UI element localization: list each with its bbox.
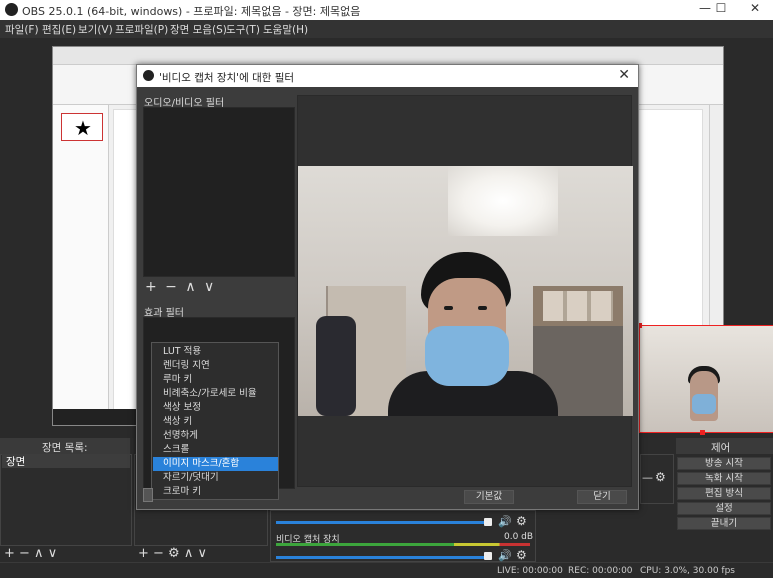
menu-edit[interactable]: 편집(E): [42, 22, 76, 37]
captured-slide-thumbnail: ★: [61, 113, 103, 141]
scenes-dock-header: 장면 목록:: [0, 438, 130, 454]
obs-app-icon: [5, 3, 18, 16]
filter-preview-pane: [297, 95, 633, 487]
star-icon: ★: [74, 116, 92, 140]
rec-timer: REC: 00:00:00: [568, 566, 633, 576]
obs-icon: [143, 70, 154, 81]
menu-item-scaling-aspect[interactable]: 비례축소/가로세로 비율: [153, 387, 278, 401]
studio-mode-button[interactable]: 편집 방식: [677, 487, 771, 500]
menu-item-sharpen[interactable]: 선명하게: [153, 429, 278, 443]
close-button[interactable]: 닫기: [577, 490, 627, 504]
webcam-source-preview: [640, 326, 773, 432]
start-streaming-button[interactable]: 방송 시작: [677, 457, 771, 470]
desktop-audio-volume-slider[interactable]: [276, 521, 486, 524]
capture-volume-slider[interactable]: [276, 556, 486, 559]
controls-dock-header: 제어: [676, 438, 773, 454]
menu-scene-collection[interactable]: 장면 모음(S): [170, 22, 227, 37]
menu-file[interactable]: 파일(F): [5, 22, 39, 37]
exit-button[interactable]: 끝내기: [677, 517, 771, 530]
source-selection-box[interactable]: [637, 323, 773, 435]
sources-footer-tools[interactable]: + − ⚙ ∧ ∨: [138, 546, 207, 562]
settings-button[interactable]: 설정: [677, 502, 771, 515]
volume-knob[interactable]: [484, 552, 492, 560]
status-bar: LIVE: 00:00:00 REC: 00:00:00 CPU: 3.0%, …: [0, 562, 773, 578]
close-window-button[interactable]: ✕: [740, 1, 770, 19]
volume-knob[interactable]: [484, 518, 492, 526]
cpu-usage: CPU: 3.0%, 30.00 fps: [640, 566, 735, 576]
window-titlebar: OBS 25.0.1 (64-bit, windows) - 프로파일: 제목없…: [0, 0, 773, 20]
speaker-icon[interactable]: 🔊: [498, 549, 512, 562]
gear-icon[interactable]: ⚙: [655, 470, 666, 484]
controls-dock-title: 제어: [711, 442, 731, 454]
live-timer: LIVE: 00:00:00: [497, 566, 563, 576]
menu-item-color-key[interactable]: 색상 키: [153, 415, 278, 429]
menu-item-image-mask-blend[interactable]: 이미지 마스크/혼합: [153, 457, 278, 471]
scenes-footer-tools[interactable]: + − ∧ ∨: [4, 546, 57, 562]
speaker-icon[interactable]: 🔊: [498, 515, 512, 528]
dialog-title: '비디오 캡처 장치'에 대한 필터: [159, 72, 295, 84]
captured-app-toolbar: [53, 47, 723, 65]
menu-item-scroll[interactable]: 스크롤: [153, 443, 278, 457]
menu-bar: 파일(F) 편집(E) 보기(V) 프로파일(P) 장면 모음(S) 도구(T)…: [0, 20, 773, 38]
scenes-dock-title: 장면 목록:: [42, 442, 88, 454]
defaults-button[interactable]: 기본값: [464, 490, 514, 504]
dialog-titlebar: '비디오 캡처 장치'에 대한 필터 ✕: [137, 65, 638, 87]
menu-view[interactable]: 보기(V): [78, 22, 113, 37]
gear-icon[interactable]: ⚙: [516, 514, 527, 528]
audio-filter-tools[interactable]: + − ∧ ∨: [145, 279, 216, 295]
menu-item-crop-pad[interactable]: 자르기/덧대기: [153, 471, 278, 485]
resize-handle[interactable]: [700, 430, 705, 435]
mixer-db-value: 0.0 dB: [504, 532, 534, 542]
audio-level-meter: [276, 543, 530, 546]
maximize-button[interactable]: ☐: [706, 1, 736, 19]
captured-slide-panel: [53, 105, 109, 415]
menu-item-chroma-key[interactable]: 크로마 키: [153, 485, 278, 499]
webcam-preview: [298, 166, 633, 416]
menu-item-render-delay[interactable]: 렌더링 지연: [153, 359, 278, 373]
start-recording-button[interactable]: 녹화 시작: [677, 472, 771, 485]
dialog-close-icon[interactable]: ✕: [618, 67, 630, 83]
menu-tools[interactable]: 도구(T): [226, 22, 260, 37]
add-filter-menu: LUT 적용 렌더링 지연 루마 키 비례축소/가로세로 비율 색상 보정 색상…: [151, 342, 279, 500]
scene-item[interactable]: 장면: [2, 454, 130, 468]
window-title: OBS 25.0.1 (64-bit, windows) - 프로파일: 제목없…: [22, 5, 361, 18]
menu-help[interactable]: 도움말(H): [263, 22, 308, 37]
menu-profile[interactable]: 프로파일(P): [115, 22, 168, 37]
menu-item-luma-key[interactable]: 루마 키: [153, 373, 278, 387]
remove-transition-icon[interactable]: —: [642, 471, 653, 484]
menu-item-apply-lut[interactable]: LUT 적용: [153, 345, 278, 359]
menu-item-color-correction[interactable]: 색상 보정: [153, 401, 278, 415]
add-filter-button[interactable]: [143, 488, 153, 502]
gear-icon[interactable]: ⚙: [516, 548, 527, 562]
audio-video-filters-list[interactable]: [143, 107, 295, 277]
